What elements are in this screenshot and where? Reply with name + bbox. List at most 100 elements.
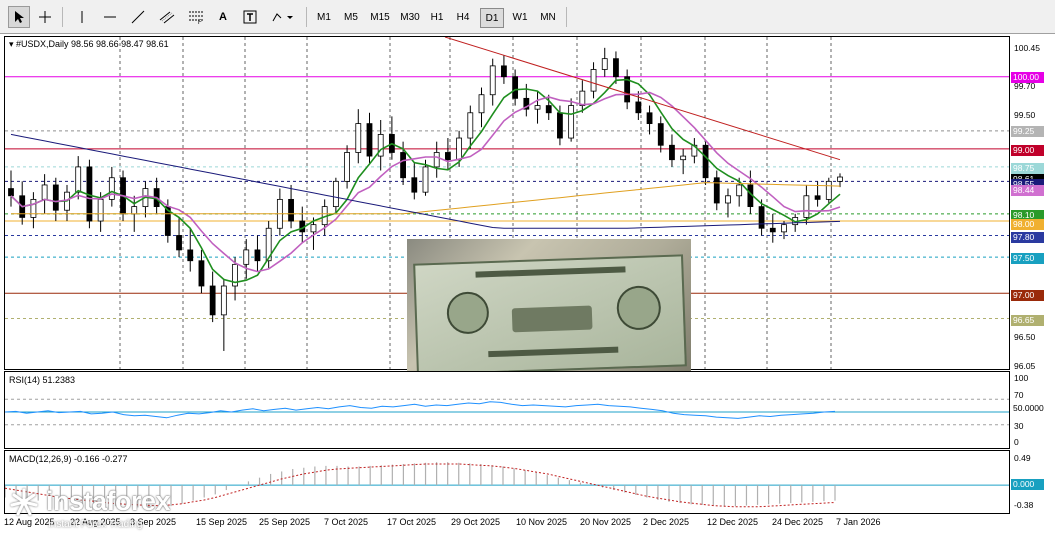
timeframe-h1[interactable]: H1 <box>426 8 448 28</box>
timeframe-w1[interactable]: W1 <box>508 8 532 28</box>
candle-body <box>288 198 294 222</box>
timeframe-mn[interactable]: MN <box>535 8 561 28</box>
price-chart-pane[interactable]: ▾ #USDX,Daily 98.56 98.66 98.47 98.61 <box>4 36 1010 387</box>
dollar-bill-image <box>407 239 691 387</box>
candle-body <box>254 249 261 262</box>
fibonacci-tool-button[interactable]: F <box>185 6 207 28</box>
candle-body <box>198 260 205 287</box>
macd-title: MACD(12,26,9) -0.166 -0.277 <box>9 454 128 464</box>
timeframe-m30[interactable]: M30 <box>396 8 424 28</box>
cursor-tool-button[interactable] <box>8 6 30 28</box>
vertical-line-icon <box>81 11 83 23</box>
candle-body <box>422 166 429 193</box>
text-label-icon <box>243 10 257 24</box>
candle-body <box>512 76 519 99</box>
channel-tool-button[interactable] <box>156 6 178 28</box>
rsi-canvas <box>5 398 1009 426</box>
candle-body <box>601 58 608 70</box>
timeframe-h4[interactable]: H4 <box>452 8 474 28</box>
date-label: 12 Aug 2025 <box>4 517 55 527</box>
text-label-tool-button[interactable] <box>240 6 260 28</box>
level-tag-100-00: 100.00 <box>1011 72 1044 83</box>
candle-body <box>243 249 250 265</box>
shapes-tool-button[interactable] <box>268 6 298 28</box>
macd-axis-label: -0.38 <box>1014 500 1034 510</box>
candle-body <box>803 195 810 218</box>
timeframe-m1[interactable]: M1 <box>312 8 336 28</box>
candle-body <box>52 184 59 211</box>
trendline-tool-button[interactable] <box>128 6 148 28</box>
candle-body <box>478 94 485 114</box>
date-axis[interactable]: 12 Aug 2025 22 Aug 2025 3 Sep 2025 15 Se… <box>0 514 1055 534</box>
candle-body <box>489 65 496 96</box>
level-tag-98-75: 98.75 <box>1011 163 1044 174</box>
shapes-dropdown-icon <box>272 13 293 22</box>
rsi-line <box>5 401 836 419</box>
instaforex-logo-icon <box>10 488 38 515</box>
candle-body <box>545 105 552 114</box>
horizontal-line-tool-button[interactable] <box>100 6 120 28</box>
rsi-axis-label: 30 <box>1014 421 1024 431</box>
price-label: 96.05 <box>1014 361 1036 371</box>
toolbar: F A M1 M5 M15 M30 H1 H4 D1 W1 MN <box>0 0 1055 34</box>
text-tool-button[interactable]: A <box>214 6 232 28</box>
vertical-line-tool-button[interactable] <box>72 6 92 28</box>
macd-zero-tag: 0.000 <box>1011 479 1044 490</box>
timeframe-m5[interactable]: M5 <box>339 8 363 28</box>
candle-body <box>220 285 227 316</box>
candle-body <box>713 177 720 204</box>
candle-body <box>310 224 317 233</box>
candle-body <box>646 112 653 125</box>
horizontal-line-icon <box>104 16 116 18</box>
candle-body <box>568 105 575 139</box>
timeframe-d1[interactable]: D1 <box>480 8 504 28</box>
candle-body <box>825 180 832 200</box>
date-label: 17 Oct 2025 <box>387 517 437 527</box>
candle-body <box>176 235 182 251</box>
date-label: 24 Dec 2025 <box>772 517 824 527</box>
date-label: 20 Nov 2025 <box>580 517 632 527</box>
candle-body <box>332 180 339 208</box>
date-label: 10 Nov 2025 <box>516 517 568 527</box>
symbol-header: ▾ #USDX,Daily 98.56 98.66 98.47 98.61 <box>9 39 169 49</box>
crosshair-tool-button[interactable] <box>34 6 56 28</box>
candle-body <box>613 58 619 78</box>
candle-body <box>433 152 440 168</box>
candle-body <box>590 69 597 92</box>
candle-body <box>209 285 216 316</box>
level-tag-96-65: 96.65 <box>1011 315 1044 326</box>
candle-body <box>702 144 709 179</box>
price-axis[interactable]: 100.45 99.70 99.50 96.50 96.05 100 70 30… <box>1010 36 1055 514</box>
level-tag-99-25: 99.25 <box>1011 126 1044 137</box>
instaforex-watermark: instaforex <box>6 486 171 517</box>
watermark-subtitle: Instant Forex Trading <box>48 519 143 530</box>
rsi-level-tag: 50.0000 <box>1013 403 1044 413</box>
candle-body <box>187 249 194 262</box>
rsi-pane[interactable]: RSI(14) 51.2383 <box>4 371 1010 449</box>
crosshair-icon <box>39 11 51 23</box>
candle-body <box>669 144 675 161</box>
level-tag-97-00: 97.00 <box>1011 290 1044 301</box>
candle-body <box>456 137 463 161</box>
level-tag-97-50: 97.50 <box>1011 253 1044 264</box>
date-label: 7 Jan 2026 <box>836 517 881 527</box>
rsi-axis-label: 0 <box>1014 437 1019 447</box>
rsi-axis-label: 100 <box>1014 373 1029 383</box>
candle-body <box>97 198 104 222</box>
level-tag-98-44: 98.44 <box>1011 185 1044 196</box>
candle-body <box>736 184 743 197</box>
candle-body <box>8 188 14 197</box>
candle-body <box>781 224 787 233</box>
candle-body <box>344 152 350 182</box>
candle-body <box>557 112 563 139</box>
price-label: 100.45 <box>1014 43 1040 53</box>
candle-body <box>635 101 642 114</box>
timeframe-m15[interactable]: M15 <box>366 8 394 28</box>
candle-body <box>467 112 474 139</box>
date-label: 15 Sep 2025 <box>196 517 248 527</box>
date-label: 29 Oct 2025 <box>451 517 501 527</box>
svg-text:F: F <box>198 20 202 24</box>
candle-body <box>400 152 406 179</box>
candle-body <box>837 176 843 182</box>
date-label: 12 Dec 2025 <box>707 517 759 527</box>
